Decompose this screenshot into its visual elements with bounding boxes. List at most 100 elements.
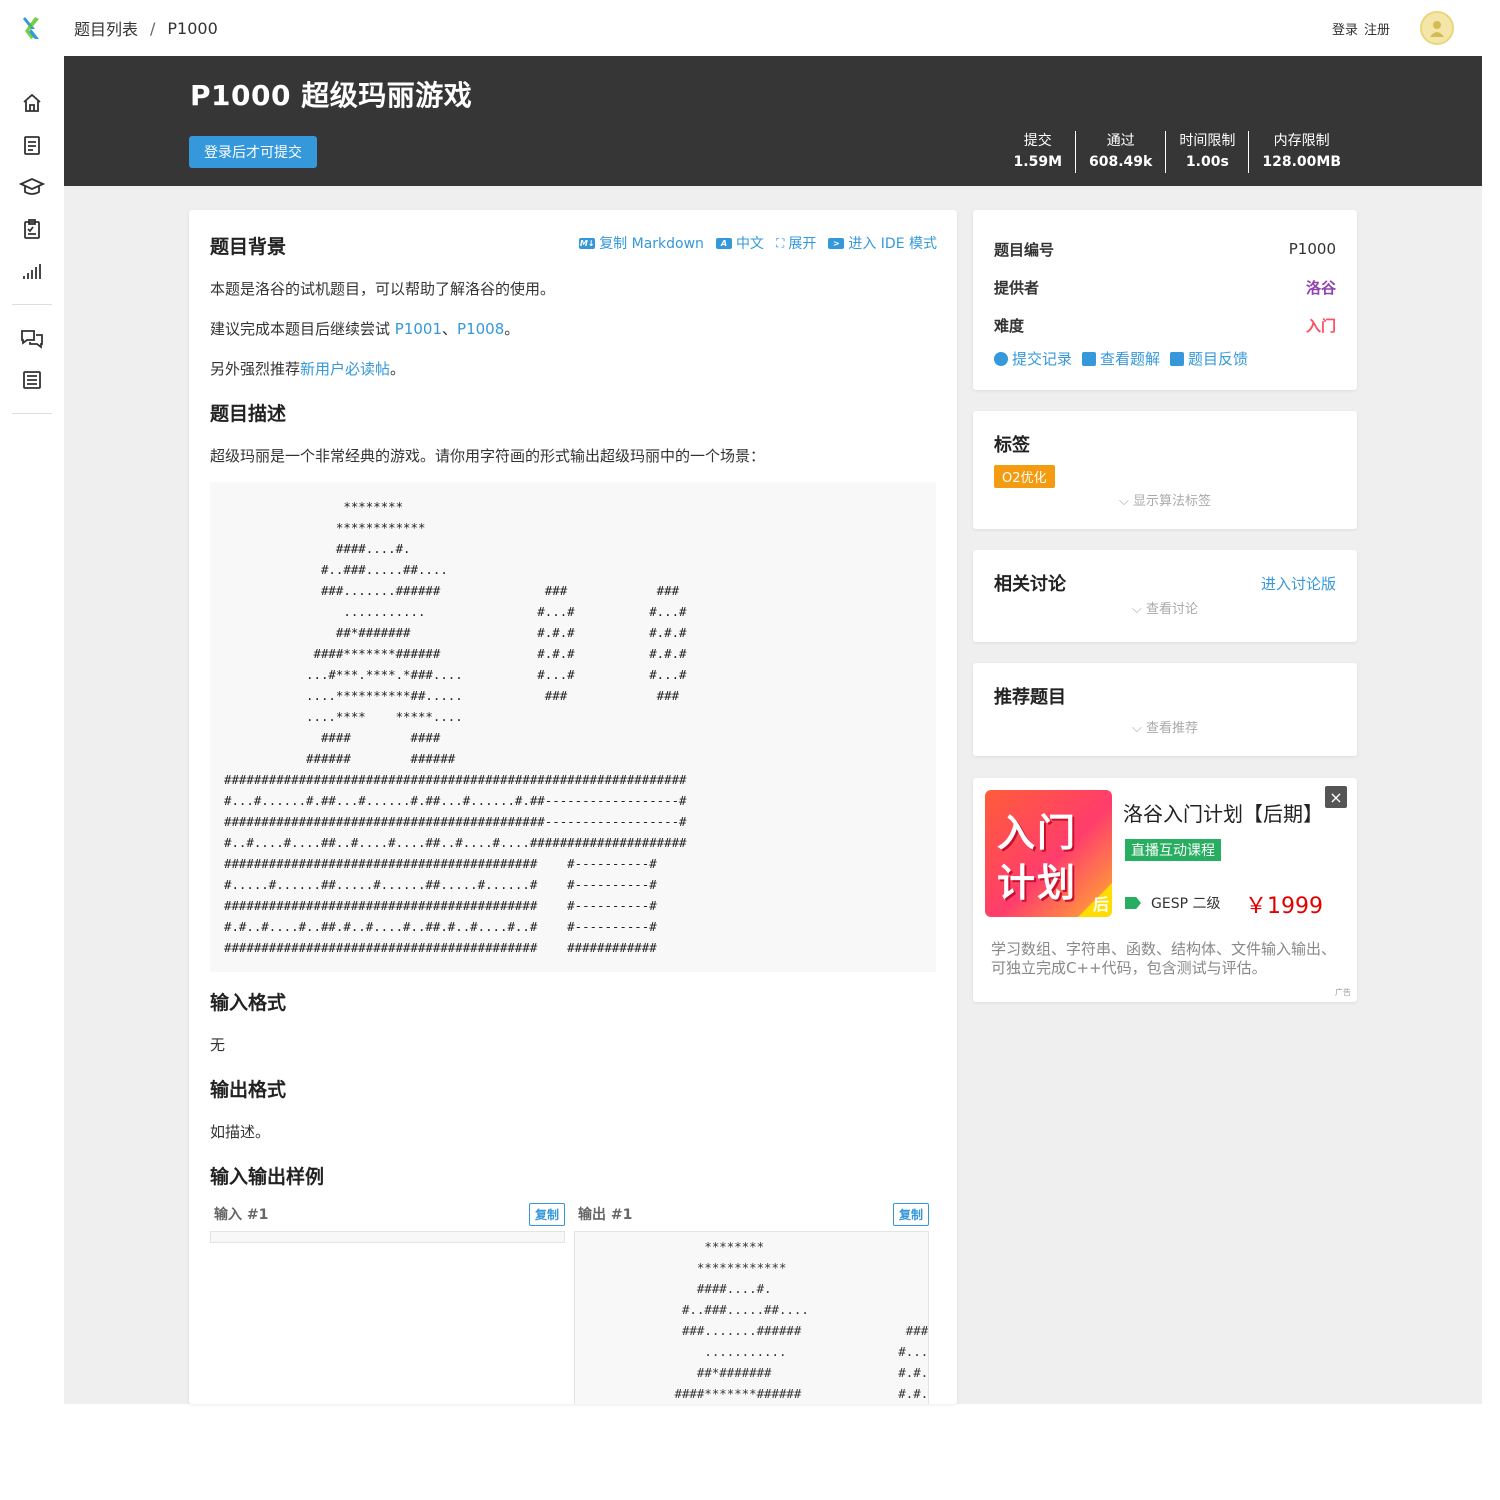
copy-markdown-label: 复制 Markdown	[599, 236, 704, 252]
stat-submissions: 提交 1.59M	[1001, 131, 1075, 173]
text: 、	[442, 320, 458, 338]
link-label: 查看题解	[1100, 350, 1161, 368]
sample-input-header: 输入 #1 复制	[210, 1202, 565, 1226]
sidebar-divider	[12, 413, 52, 414]
text: 建议完成本题目后继续尝试	[210, 320, 395, 338]
breadcrumb-problem-list[interactable]: 题目列表	[74, 16, 138, 40]
expand-button[interactable]: ⛶ 展开	[776, 233, 816, 253]
problem-info-card: 题目编号 P1000 提供者 洛谷 难度 入门 提交记录 查看题解 题目反馈	[973, 210, 1357, 390]
recommend-heading: 推荐题目	[994, 687, 1066, 708]
ad-gesp: GESP 二级	[1125, 893, 1220, 913]
link-newbie-guide[interactable]: 新用户必读帖	[300, 360, 390, 378]
avatar[interactable]	[1420, 11, 1454, 45]
register-link[interactable]: 注册	[1364, 19, 1390, 38]
toggle-label: 查看讨论	[1145, 602, 1198, 617]
clipboard-icon[interactable]	[0, 208, 64, 250]
text: 。	[390, 360, 406, 378]
login-to-submit-button[interactable]: 登录后才可提交	[189, 136, 317, 168]
info-label: 难度	[994, 316, 1025, 335]
expand-icon: ⛶	[775, 235, 785, 250]
tag-o2: O2优化	[994, 465, 1055, 488]
stat-name: 内存限制	[1273, 133, 1330, 149]
discussion-icon[interactable]	[0, 317, 64, 359]
problem-toolbar: M↓ 复制 Markdown A 中文 ⛶ 展开 > 进入 IDE 模式	[579, 233, 937, 253]
home-icon[interactable]	[0, 82, 64, 124]
view-recommend-toggle[interactable]: ⌵ 查看推荐	[994, 717, 1336, 736]
toggle-label: 显示算法标签	[1132, 494, 1211, 509]
page-title: P1000 超级玛丽游戏	[190, 79, 473, 112]
ide-mode-label: 进入 IDE 模式	[848, 236, 937, 252]
sample-input-label: 输入 #1	[214, 1207, 269, 1223]
stat-name: 时间限制	[1179, 133, 1236, 149]
language-icon: A	[715, 237, 732, 249]
chevron-down-icon: ⌵	[1131, 602, 1146, 617]
luogu-logo[interactable]	[0, 0, 64, 56]
copy-markdown-button[interactable]: M↓ 复制 Markdown	[579, 233, 704, 253]
info-row-provider: 提供者 洛谷	[994, 268, 1336, 306]
auth-area: 登录 注册	[1332, 11, 1454, 45]
view-discussion-toggle[interactable]: ⌵ 查看讨论	[994, 598, 1336, 617]
info-label: 题目编号	[994, 240, 1055, 259]
sample-output-label: 输出 #1	[578, 1207, 633, 1223]
ide-mode-button[interactable]: > 进入 IDE 模式	[828, 233, 937, 253]
tag-icon	[1125, 897, 1141, 909]
expand-label: 展开	[788, 236, 817, 252]
background-paragraph: 本题是洛谷的试机题目，可以帮助了解洛谷的使用。	[210, 280, 556, 298]
language-button[interactable]: A 中文	[715, 233, 764, 253]
breadcrumb: 题目列表 / P1000	[74, 16, 218, 40]
problem-feedback-link[interactable]: 题目反馈	[1170, 348, 1248, 369]
copy-input-button[interactable]: 复制	[528, 1202, 565, 1226]
copy-output-button[interactable]: 复制	[892, 1202, 929, 1226]
discussion-card: 相关讨论 进入讨论版 ⌵ 查看讨论	[973, 550, 1357, 642]
stat-name: 通过	[1106, 133, 1135, 149]
problem-book-icon[interactable]	[0, 124, 64, 166]
news-icon[interactable]	[0, 359, 64, 401]
login-link[interactable]: 登录	[1332, 19, 1358, 38]
ad-image-text: 入门	[997, 811, 1078, 855]
chevron-down-icon: ⌵	[1118, 494, 1133, 509]
ad-title: 洛谷入门计划【后期】	[1123, 802, 1323, 826]
link-p1001[interactable]: P1001	[395, 320, 442, 338]
view-solutions-link[interactable]: 查看题解	[1082, 348, 1160, 369]
stat-value: 1.59M	[1013, 154, 1063, 170]
description-heading: 题目描述	[210, 403, 287, 425]
graduation-cap-icon[interactable]	[0, 166, 64, 208]
language-label: 中文	[735, 236, 764, 252]
provider-link[interactable]: 洛谷	[1306, 277, 1336, 298]
stat-memory-limit: 内存限制 128.00MB	[1248, 131, 1354, 173]
text: 另外强烈推荐	[210, 360, 301, 378]
ranking-bars-icon[interactable]	[0, 250, 64, 292]
problem-stats: 提交 1.59M 通过 608.49k 时间限制 1.00s 内存限制 128.…	[1001, 131, 1354, 173]
discussion-heading: 相关讨论	[994, 574, 1066, 595]
submission-records-link[interactable]: 提交记录	[994, 348, 1072, 369]
ad-price: ￥1999	[1245, 894, 1323, 919]
close-icon[interactable]: ×	[1325, 786, 1347, 808]
problem-header: P1000 超级玛丽游戏 登录后才可提交 提交 1.59M 通过 608.49k…	[64, 56, 1482, 186]
book-icon	[1082, 351, 1097, 366]
background-paragraph: 建议完成本题目后继续尝试 P1001、P1008。	[210, 319, 936, 339]
sidebar	[0, 56, 64, 1404]
stat-value: 608.49k	[1089, 154, 1153, 170]
link-p1008[interactable]: P1008	[457, 320, 504, 338]
info-row-id: 题目编号 P1000	[994, 230, 1336, 268]
ad-card[interactable]: 入门 计划 后 洛谷入门计划【后期】 × 直播互动课程 GESP 二级 ￥199…	[973, 778, 1357, 1002]
input-format-heading: 输入格式	[210, 992, 287, 1014]
list-icon	[1170, 351, 1185, 366]
ascii-art-block: ******** ************ ####....#. #..###.…	[210, 482, 936, 972]
difficulty-value: 入门	[1305, 316, 1336, 335]
sample-output: 输出 #1 复制 ******** ************ ####....#…	[574, 1202, 929, 1404]
output-format-heading: 输出格式	[210, 1079, 287, 1101]
stat-value: 128.00MB	[1262, 154, 1341, 170]
ad-image-text: 计划	[997, 861, 1078, 905]
discussion-header: 相关讨论 进入讨论版	[994, 570, 1336, 596]
sample-input: 输入 #1 复制	[210, 1202, 565, 1404]
link-label: 提交记录	[1012, 350, 1073, 368]
breadcrumb-current: P1000	[167, 18, 218, 38]
info-row-difficulty: 难度 入门	[994, 306, 1336, 344]
problem-card: M↓ 复制 Markdown A 中文 ⛶ 展开 > 进入 IDE 模式 题目背景 本题…	[189, 210, 957, 1404]
enter-discussion-link[interactable]: 进入讨论版	[1261, 573, 1336, 594]
toggle-label: 查看推荐	[1145, 721, 1198, 736]
terminal-icon: >	[828, 237, 845, 249]
show-algorithm-tags-toggle[interactable]: ⌵ 显示算法标签	[994, 490, 1336, 509]
recommend-card: 推荐题目 ⌵ 查看推荐	[973, 663, 1357, 756]
